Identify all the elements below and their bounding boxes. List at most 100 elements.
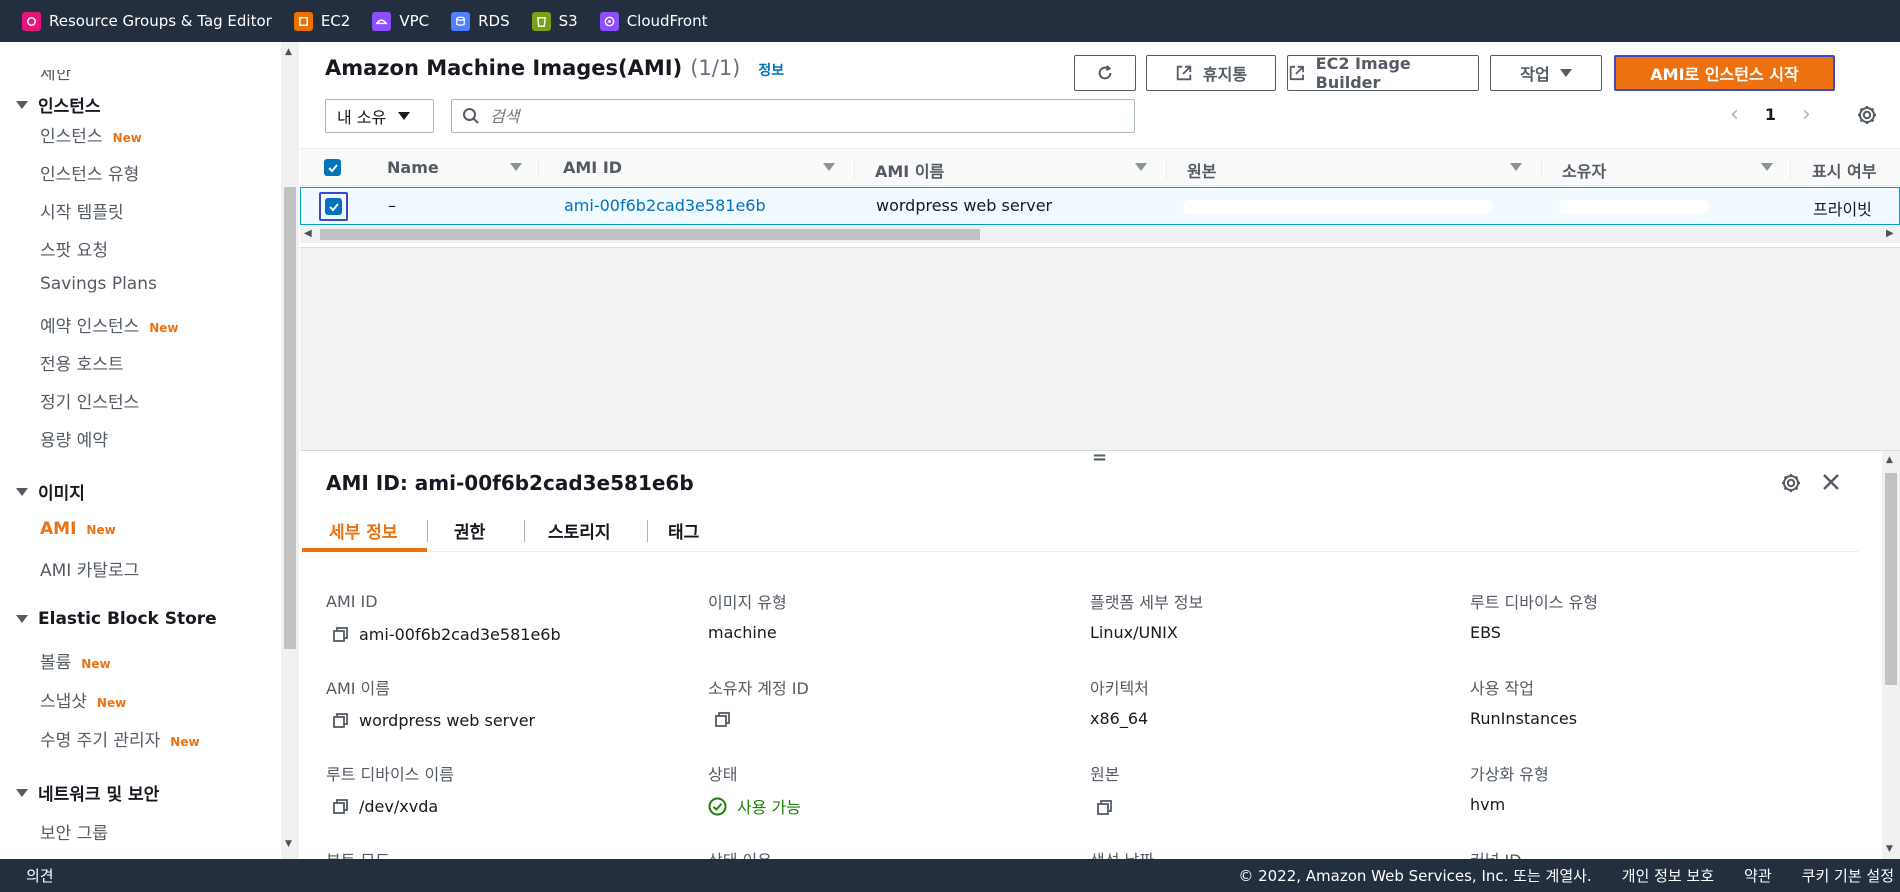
sidebar-scrollbar-thumb[interactable] xyxy=(284,187,296,649)
ami-detail-panel: = AMI ID: ami-00f6b2cad3e581e6b 세부 정보 권한… xyxy=(300,447,1900,860)
selection-count: (1/1) xyxy=(690,56,741,80)
scroll-up-arrow-icon[interactable]: ▲ xyxy=(1886,455,1893,465)
copy-icon[interactable] xyxy=(714,711,731,728)
sidebar-item-reserved-instances[interactable]: 예약 인스턴스 New xyxy=(40,312,179,337)
recycle-bin-button[interactable]: 휴지통 xyxy=(1146,55,1276,91)
sidebar-section-images[interactable]: 이미지 xyxy=(16,479,85,504)
caret-down-icon xyxy=(1559,69,1572,77)
vertical-scrollbar-thumb[interactable] xyxy=(1885,473,1897,685)
feedback-link[interactable]: 의견 xyxy=(26,865,54,886)
column-header-source[interactable]: 원본 xyxy=(1187,158,1216,182)
column-divider[interactable] xyxy=(1541,159,1542,179)
scroll-down-arrow-icon[interactable]: ▼ xyxy=(285,839,292,849)
ownership-filter-select[interactable]: 내 소유 xyxy=(325,99,434,133)
sidebar-item-ami[interactable]: AMI New xyxy=(40,519,116,539)
tab-storage[interactable]: 스토리지 xyxy=(548,518,611,543)
column-divider[interactable] xyxy=(854,159,855,179)
table-preferences-button[interactable] xyxy=(1856,104,1878,131)
column-divider[interactable] xyxy=(1790,159,1791,179)
scroll-left-arrow-icon[interactable]: ◀ xyxy=(304,228,312,239)
table-row[interactable]: – ami-00f6b2cad3e581e6b wordpress web se… xyxy=(300,187,1900,225)
refresh-button[interactable] xyxy=(1074,55,1136,91)
sidebar-item-clipped[interactable]: 세한 xyxy=(40,70,71,84)
current-page-number[interactable]: 1 xyxy=(1765,105,1776,124)
sort-icon[interactable] xyxy=(823,163,835,171)
sort-icon[interactable] xyxy=(1510,163,1522,171)
sidebar-section-network[interactable]: 네트워크 및 보안 xyxy=(16,780,159,805)
new-badge: New xyxy=(86,523,116,537)
service-shortcut-rds[interactable]: RDS xyxy=(451,11,510,31)
footer-links: © 2022, Amazon Web Services, Inc. 또는 계열사… xyxy=(1238,865,1894,886)
tab-permissions[interactable]: 권한 xyxy=(454,518,485,543)
sidebar-item-snapshots[interactable]: 스냅샷 New xyxy=(40,687,126,712)
sort-icon[interactable] xyxy=(510,163,522,171)
sidebar-item-dedicated-hosts[interactable]: 전용 호스트 xyxy=(40,350,124,375)
copy-icon[interactable] xyxy=(332,712,349,729)
column-divider[interactable] xyxy=(1166,159,1167,179)
sidebar-item-launch-templates[interactable]: 시작 템플릿 xyxy=(40,198,124,223)
service-shortcut-cloudfront[interactable]: CloudFront xyxy=(599,11,707,31)
service-shortcut-resource-groups[interactable]: Resource Groups & Tag Editor xyxy=(22,11,272,31)
sidebar-item-instances[interactable]: 인스턴스 New xyxy=(40,122,142,147)
copy-icon[interactable] xyxy=(1096,799,1113,816)
privacy-link[interactable]: 개인 정보 보호 xyxy=(1622,865,1714,886)
service-shortcut-s3[interactable]: S3 xyxy=(531,11,578,31)
sidebar-section-ebs[interactable]: Elastic Block Store xyxy=(16,609,217,629)
sidebar-item-instance-types[interactable]: 인스턴스 유형 xyxy=(40,160,139,185)
sidebar-item-scheduled-instances[interactable]: 정기 인스턴스 xyxy=(40,388,139,413)
ec2-image-builder-button[interactable]: EC2 Image Builder xyxy=(1287,54,1479,92)
copy-icon[interactable] xyxy=(332,626,349,643)
scroll-right-arrow-icon[interactable]: ▶ xyxy=(1886,228,1894,239)
column-header-ami-name[interactable]: AMI 이름 xyxy=(875,158,944,182)
scroll-down-arrow-icon[interactable]: ▼ xyxy=(1886,844,1893,854)
column-header-ami-id[interactable]: AMI ID xyxy=(563,158,622,177)
sort-icon[interactable] xyxy=(1135,163,1147,171)
detail-preferences-button[interactable] xyxy=(1780,472,1802,499)
sidebar-item-lifecycle-manager[interactable]: 수명 주기 관리자 New xyxy=(40,726,200,751)
detail-vertical-scrollbar[interactable]: ▲ ▼ xyxy=(1882,451,1900,860)
tab-tags[interactable]: 태그 xyxy=(668,518,699,543)
field-value-ami-id: ami-00f6b2cad3e581e6b xyxy=(359,625,561,644)
sidebar-item-volumes[interactable]: 볼륨 New xyxy=(40,648,111,673)
checkmark-icon xyxy=(328,202,339,211)
search-input[interactable] xyxy=(490,106,1110,126)
actions-dropdown-button[interactable]: 작업 xyxy=(1490,55,1602,91)
copy-icon[interactable] xyxy=(332,798,349,815)
terms-link[interactable]: 약관 xyxy=(1744,865,1772,886)
external-link-icon xyxy=(1176,65,1192,81)
info-link[interactable]: 정보 xyxy=(758,60,784,80)
sidebar-item-label: Savings Plans xyxy=(40,274,157,294)
sidebar-item-security-groups[interactable]: 보안 그룹 xyxy=(40,819,108,844)
service-shortcut-label: VPC xyxy=(399,12,430,30)
sidebar-item-ami-catalog[interactable]: AMI 카탈로그 xyxy=(40,556,139,581)
sidebar-item-spot-requests[interactable]: 스팟 요청 xyxy=(40,236,108,261)
column-header-name[interactable]: Name xyxy=(387,158,439,177)
column-divider[interactable] xyxy=(538,159,539,179)
service-shortcut-vpc[interactable]: VPC xyxy=(372,11,430,31)
sidebar-section-instances[interactable]: 인스턴스 xyxy=(16,92,101,117)
sidebar-item-savings-plans[interactable]: Savings Plans xyxy=(40,274,157,294)
refresh-icon xyxy=(1098,65,1112,80)
scroll-up-arrow-icon[interactable]: ▲ xyxy=(285,47,292,57)
horizontal-scrollbar-thumb[interactable] xyxy=(320,229,980,240)
column-header-visibility[interactable]: 표시 여부 xyxy=(1812,158,1876,182)
cookie-preferences-link[interactable]: 쿠키 기본 설정 xyxy=(1802,865,1894,886)
row-select-checkbox[interactable] xyxy=(325,198,342,215)
service-shortcut-ec2[interactable]: EC2 xyxy=(293,11,350,31)
sort-icon[interactable] xyxy=(1761,163,1773,171)
cell-ami-id-link[interactable]: ami-00f6b2cad3e581e6b xyxy=(564,196,766,215)
sidebar-item-label: 인스턴스 유형 xyxy=(40,165,140,185)
tab-details[interactable]: 세부 정보 xyxy=(329,518,397,543)
resize-handle-icon[interactable]: = xyxy=(1092,447,1107,468)
sidebar-scrollbar[interactable]: ▲ ▼ xyxy=(281,42,299,859)
close-detail-button[interactable] xyxy=(1820,471,1842,498)
select-all-checkbox[interactable] xyxy=(324,159,341,176)
next-page-icon[interactable]: › xyxy=(1802,102,1811,127)
table-horizontal-scrollbar[interactable]: ◀ ▶ xyxy=(300,226,1900,243)
sidebar-item-capacity-reservations[interactable]: 용량 예약 xyxy=(40,426,108,451)
field-value-state: 사용 가능 xyxy=(737,798,801,817)
field-label-architecture: 아키텍처 xyxy=(1090,679,1149,698)
column-header-owner[interactable]: 소유자 xyxy=(1562,158,1606,182)
launch-instance-from-ami-button[interactable]: AMI로 인스턴스 시작 xyxy=(1614,55,1835,91)
previous-page-icon[interactable]: ‹ xyxy=(1730,102,1739,127)
